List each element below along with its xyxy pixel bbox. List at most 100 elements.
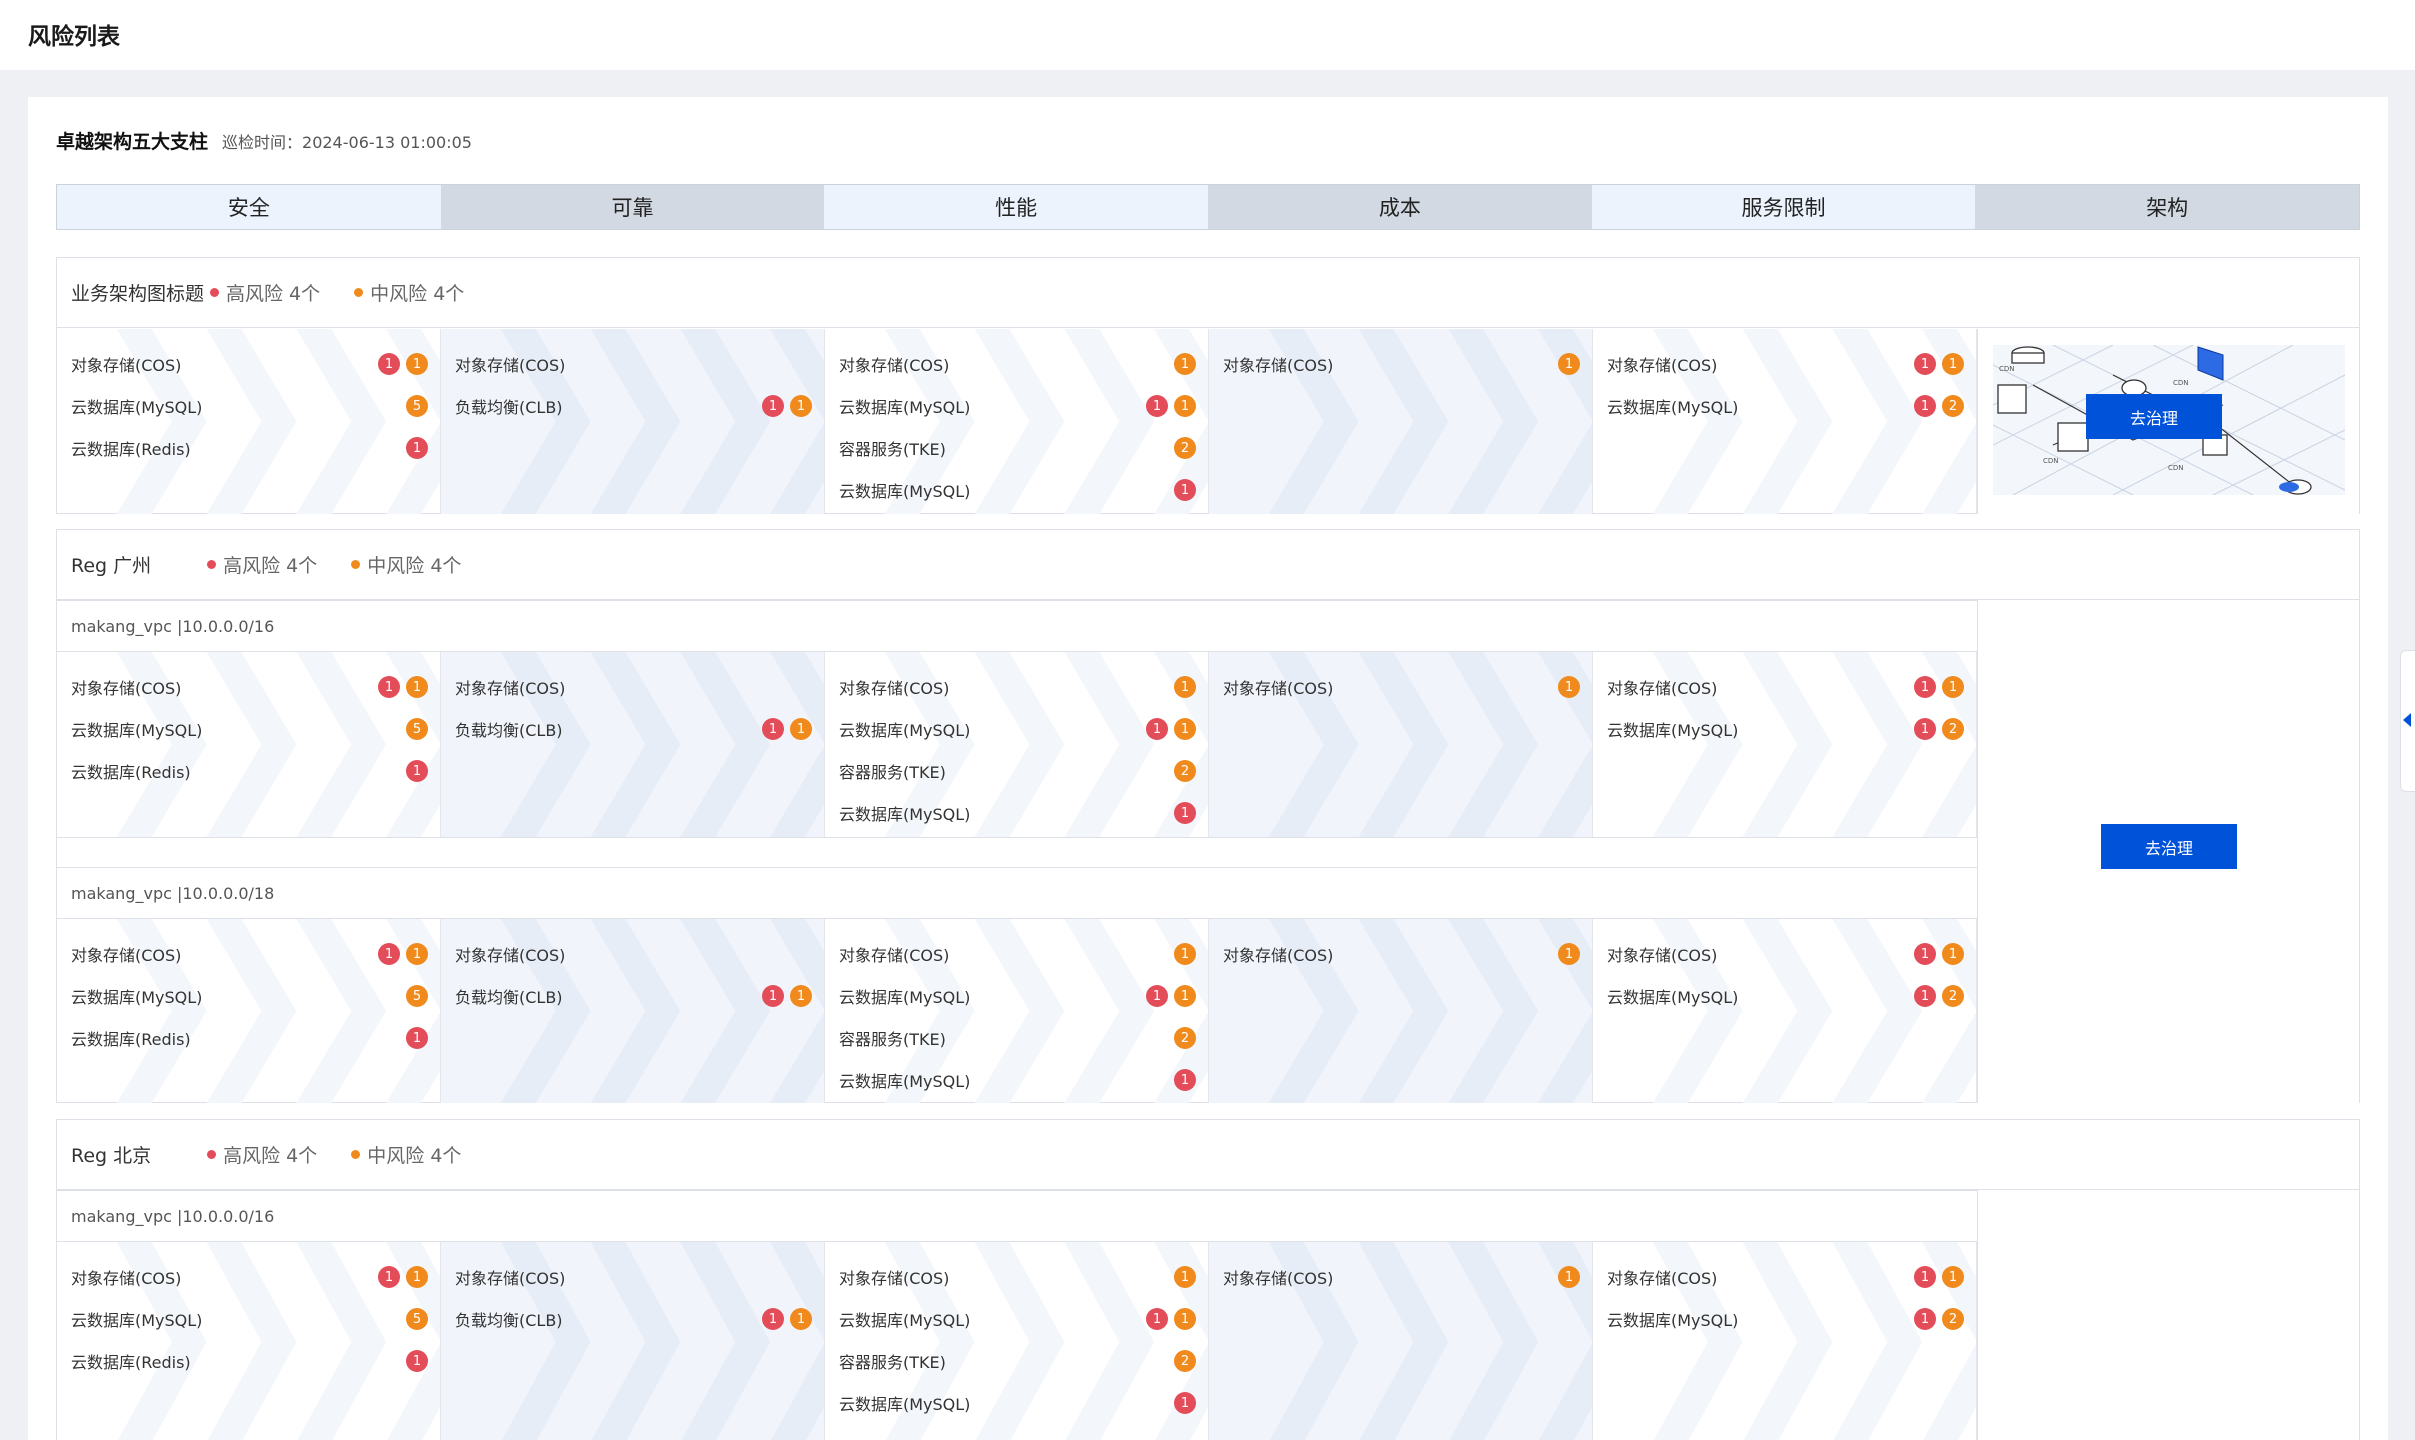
risk-badges: 1 (1558, 353, 1580, 375)
risk-badges: 2 (1174, 1027, 1196, 1049)
risk-badges: 11 (1146, 1308, 1196, 1330)
risk-item[interactable]: 对象存储(COS) 1 (839, 343, 1196, 385)
remediate-button[interactable]: 去治理 (2086, 394, 2222, 439)
high-risk-badge: 1 (762, 395, 784, 417)
risk-column: 对象存储(COS) 1 1 云数据库(MySQL) 5 云数据库(Redis) 1 (57, 1242, 441, 1440)
risk-item[interactable]: 对象存储(COS) (455, 343, 812, 385)
risk-item[interactable]: 云数据库(MySQL) 1 1 (839, 1298, 1196, 1340)
risk-item[interactable]: 容器服务(TKE) 2 (839, 427, 1196, 469)
high-risk-count: 高风险 4个 (207, 551, 317, 578)
risk-item[interactable]: 容器服务(TKE) 2 (839, 1340, 1196, 1382)
risk-item[interactable]: 云数据库(MySQL) 1 (839, 1059, 1196, 1101)
high-risk-badge: 1 (1914, 1308, 1936, 1330)
risk-item[interactable]: 对象存储(COS) 1 1 (1607, 1256, 1964, 1298)
risk-item-name: 云数据库(MySQL) (1607, 721, 1739, 740)
risk-item[interactable]: 负载均衡(CLB) 1 1 (455, 975, 812, 1017)
tab-service-limits[interactable]: 服务限制 (1591, 185, 1976, 229)
risk-item[interactable]: 对象存储(COS) 1 1 (71, 933, 428, 975)
risk-item[interactable]: 云数据库(MySQL) 5 (71, 1298, 428, 1340)
tab-performance[interactable]: 性能 (824, 185, 1209, 229)
risk-item[interactable]: 对象存储(COS) 1 1 (71, 666, 428, 708)
diagram-label: CDN (1999, 365, 2015, 373)
risk-item[interactable]: 云数据库(MySQL) 1 (839, 469, 1196, 511)
tab-cost[interactable]: 成本 (1208, 185, 1592, 229)
risk-item-name: 对象存储(COS) (839, 679, 950, 698)
high-risk-badge: 1 (762, 718, 784, 740)
risk-item[interactable]: 对象存储(COS) (455, 933, 812, 975)
risk-item-name: 云数据库(Redis) (71, 763, 191, 782)
medium-risk-dot (354, 288, 364, 297)
risk-badges: 1 (406, 1350, 428, 1372)
section-region-beijing: Reg 北京 高风险 4个 中风险 4个 makang_vpc |10.0.0.… (56, 1119, 2360, 1440)
risk-item[interactable]: 对象存储(COS) 1 1 (1607, 666, 1964, 708)
tab-security[interactable]: 安全 (57, 185, 441, 229)
risk-item[interactable]: 容器服务(TKE) 2 (839, 1017, 1196, 1059)
inspection-time: 巡检时间：2024-06-13 01:00:05 (222, 133, 472, 152)
risk-column: 对象存储(COS) 负载均衡(CLB) 1 1 (441, 919, 825, 1103)
medium-risk-badge: 2 (1174, 1350, 1196, 1372)
risk-item[interactable]: 云数据库(MySQL) 1 (839, 1382, 1196, 1424)
risk-item[interactable]: 云数据库(MySQL) 1 (839, 792, 1196, 834)
risk-column: 对象存储(COS) 1 云数据库(MySQL) 1 1 容器服务(TKE) 2 云数据库(My… (825, 329, 1209, 514)
risk-badges: 1 (1558, 676, 1580, 698)
medium-risk-count: 中风险 4个 (354, 279, 464, 306)
risk-item[interactable]: 对象存储(COS) (455, 1256, 812, 1298)
risk-item[interactable]: 负载均衡(CLB) 1 1 (455, 385, 812, 427)
risk-item[interactable]: 云数据库(MySQL) 1 2 (1607, 385, 1964, 427)
risk-item[interactable]: 负载均衡(CLB) 1 1 (455, 1298, 812, 1340)
risk-item-name: 云数据库(MySQL) (839, 721, 971, 740)
risk-item[interactable]: 对象存储(COS) 1 (1223, 343, 1580, 385)
diagram-label: CDN (2168, 464, 2184, 472)
risk-item[interactable]: 对象存储(COS) 1 1 (1607, 933, 1964, 975)
risk-column: 对象存储(COS) 1 (1209, 1242, 1593, 1440)
medium-risk-badge: 5 (406, 395, 428, 417)
risk-item[interactable]: 对象存储(COS) 1 1 (71, 343, 428, 385)
risk-item[interactable]: 云数据库(MySQL) 5 (71, 975, 428, 1017)
high-risk-badge: 1 (406, 760, 428, 782)
risk-item[interactable]: 对象存储(COS) (455, 666, 812, 708)
side-drawer-handle[interactable] (2400, 650, 2415, 792)
risk-item[interactable]: 云数据库(MySQL) 1 1 (839, 385, 1196, 427)
risk-item[interactable]: 对象存储(COS) 1 1 (71, 1256, 428, 1298)
risk-item[interactable]: 云数据库(MySQL) 5 (71, 708, 428, 750)
risk-badges: 5 (406, 395, 428, 417)
medium-risk-badge: 2 (1942, 985, 1964, 1007)
risk-item[interactable]: 云数据库(Redis) 1 (71, 750, 428, 792)
risk-item[interactable]: 云数据库(MySQL) 1 2 (1607, 1298, 1964, 1340)
medium-risk-badge: 2 (1942, 1308, 1964, 1330)
risk-item[interactable]: 对象存储(COS) 1 (1223, 666, 1580, 708)
medium-risk-badge: 1 (1558, 676, 1580, 698)
risk-item-name: 对象存储(COS) (71, 679, 182, 698)
risk-item-name: 负载均衡(CLB) (455, 988, 563, 1007)
risk-item[interactable]: 云数据库(MySQL) 5 (71, 385, 428, 427)
risk-badges: 11 (378, 353, 428, 375)
risk-item[interactable]: 对象存储(COS) 1 (839, 666, 1196, 708)
tab-architecture[interactable]: 架构 (1975, 185, 2360, 229)
risk-badges: 11 (762, 395, 812, 417)
risk-item[interactable]: 云数据库(MySQL) 1 1 (839, 708, 1196, 750)
risk-item[interactable]: 云数据库(Redis) 1 (71, 1017, 428, 1059)
diagram-label: CDN (2043, 457, 2059, 465)
tab-reliability[interactable]: 可靠 (440, 185, 825, 229)
risk-item-name: 云数据库(MySQL) (839, 398, 971, 417)
risk-item[interactable]: 云数据库(MySQL) 1 2 (1607, 708, 1964, 750)
risk-item[interactable]: 对象存储(COS) 1 (1223, 933, 1580, 975)
high-risk-badge: 1 (762, 985, 784, 1007)
risk-item[interactable]: 对象存储(COS) 1 1 (1607, 343, 1964, 385)
risk-item[interactable]: 容器服务(TKE) 2 (839, 750, 1196, 792)
medium-risk-badge: 2 (1174, 760, 1196, 782)
risk-item-name: 对象存储(COS) (455, 1269, 566, 1288)
risk-item[interactable]: 云数据库(Redis) 1 (71, 427, 428, 469)
medium-risk-badge: 1 (1174, 943, 1196, 965)
risk-item[interactable]: 云数据库(Redis) 1 (71, 1340, 428, 1382)
risk-column: 对象存储(COS) 1 云数据库(MySQL) 1 1 容器服务(TKE) 2 云数据库(My… (825, 1242, 1209, 1440)
risk-badges: 11 (1914, 943, 1964, 965)
risk-item[interactable]: 对象存储(COS) 1 (839, 1256, 1196, 1298)
medium-risk-badge: 5 (406, 1308, 428, 1330)
risk-item[interactable]: 云数据库(MySQL) 1 1 (839, 975, 1196, 1017)
risk-item[interactable]: 对象存储(COS) 1 (1223, 1256, 1580, 1298)
risk-item[interactable]: 负载均衡(CLB) 1 1 (455, 708, 812, 750)
remediate-button[interactable]: 去治理 (2101, 824, 2237, 869)
risk-item[interactable]: 云数据库(MySQL) 1 2 (1607, 975, 1964, 1017)
risk-item[interactable]: 对象存储(COS) 1 (839, 933, 1196, 975)
